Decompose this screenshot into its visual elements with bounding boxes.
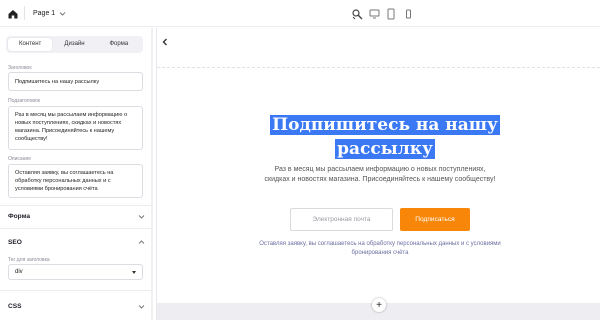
preview-description: Раз в месяц мы рассылаем информацию о но…	[264, 166, 496, 183]
top-toolbar: Page 1	[0, 0, 600, 27]
title-field-label: Заголовок	[8, 65, 32, 71]
collapse-sidebar-icon[interactable]	[159, 35, 171, 49]
headline-line-2: рассылку	[335, 139, 435, 159]
section-form[interactable]: Форма	[8, 209, 145, 223]
subtitle-field-label: Подзаголовок	[8, 98, 40, 104]
chevron-down-icon	[138, 303, 145, 310]
add-block-button[interactable]: +	[372, 298, 386, 312]
page-label: Page 1	[33, 10, 56, 17]
section-css[interactable]: CSS	[8, 299, 145, 313]
divider	[24, 6, 25, 20]
divider	[0, 205, 151, 206]
divider	[0, 290, 151, 291]
magic-brush-icon[interactable]	[351, 7, 363, 20]
page-selector[interactable]: Page 1	[33, 7, 66, 20]
chevron-down-icon	[59, 10, 66, 17]
block-boundary	[157, 67, 600, 68]
home-icon[interactable]	[7, 7, 19, 19]
divider	[0, 228, 151, 229]
description-field[interactable]: Оставляя заявку, вы соглашаетесь на обра…	[8, 164, 143, 198]
heading-tag-label: Тег для заголовка	[8, 257, 50, 263]
mobile-icon[interactable]	[405, 7, 412, 19]
tab-design[interactable]: Дизайн	[52, 38, 96, 51]
tab-content[interactable]: Контент	[8, 38, 53, 51]
dropdown-arrow-icon	[132, 270, 136, 274]
chevron-down-icon	[138, 213, 145, 220]
title-field[interactable]: Подпишитесь на нашу рассылку	[8, 72, 143, 91]
chevron-up-icon	[138, 239, 145, 246]
section-seo-label: SEO	[8, 238, 22, 246]
sidebar-scrollbar[interactable]	[151, 28, 153, 320]
section-seo[interactable]: SEO	[8, 235, 145, 249]
section-form-label: Форма	[8, 212, 31, 220]
heading-tag-value: div	[15, 269, 23, 275]
subtitle-field[interactable]: Раз в месяц мы рассылаем информацию о но…	[8, 106, 143, 150]
heading-tag-select[interactable]: div	[8, 264, 143, 280]
headline-line-1: Подпишитесь на нашу	[270, 115, 500, 135]
desktop-icon[interactable]	[369, 7, 380, 19]
tab-form[interactable]: Форма	[97, 38, 141, 51]
subscribe-button[interactable]: Подписаться	[400, 208, 470, 231]
tablet-icon[interactable]	[387, 7, 395, 20]
preview-headline[interactable]: Подпишитесь на нашу рассылку	[270, 113, 500, 161]
description-field-label: Описание	[8, 156, 32, 162]
section-css-label: CSS	[8, 302, 22, 310]
email-input[interactable]: Электронная почта	[290, 208, 393, 231]
sidebar-tabs: Контент Дизайн Форма	[6, 36, 143, 53]
consent-text: Оставляя заявку, вы соглашаетесь на обра…	[259, 241, 501, 256]
